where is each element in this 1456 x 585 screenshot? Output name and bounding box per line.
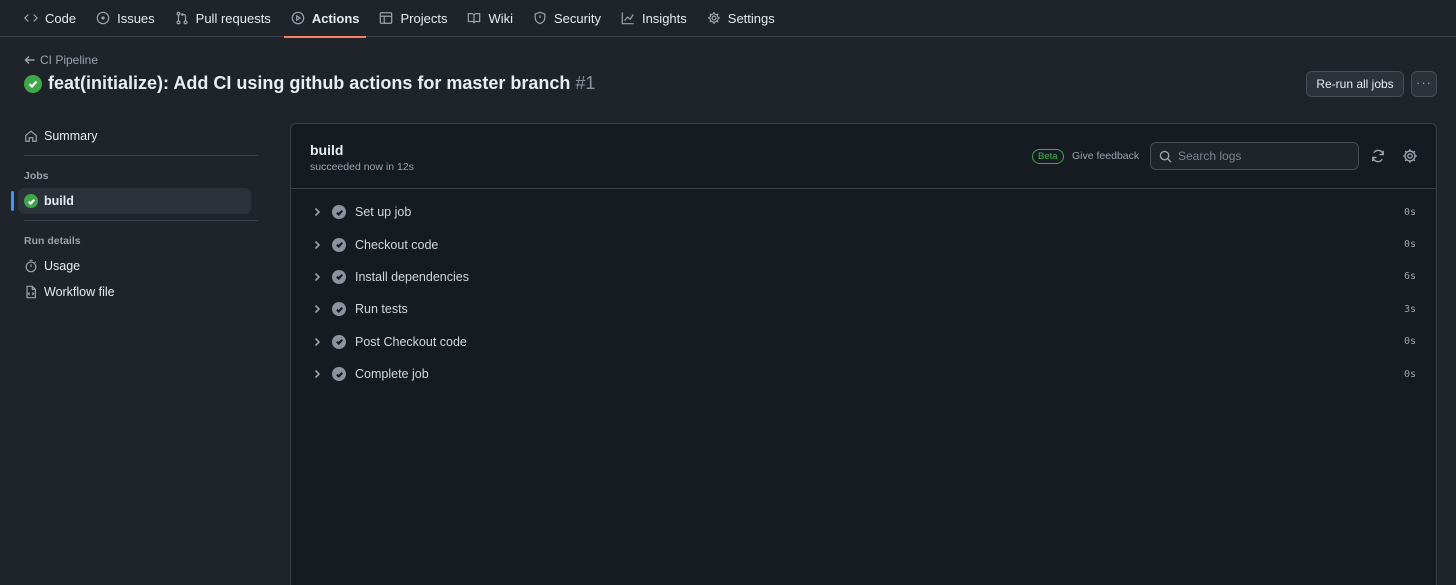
step-duration: 0s	[1403, 239, 1416, 251]
step-duration: 0s	[1403, 368, 1416, 380]
job-header: build succeeded now in 12s Beta Give fee…	[291, 124, 1436, 189]
table-icon	[380, 12, 393, 24]
nav-label: Wiki	[488, 10, 513, 26]
book-icon	[468, 13, 481, 24]
issue-icon	[96, 11, 110, 25]
search-logs-input[interactable]	[1178, 149, 1348, 163]
jobs-heading: Jobs	[24, 170, 49, 182]
step-row[interactable]: Set up job 0s	[291, 196, 1436, 228]
step-row[interactable]: Checkout code 0s	[291, 228, 1436, 260]
nav-security[interactable]: Security	[526, 0, 608, 37]
nav-wiki[interactable]: Wiki	[460, 0, 520, 37]
chevron-right-icon	[314, 370, 321, 379]
repo-nav: Code Issues Pull requests Actions Projec…	[0, 0, 1456, 38]
job-log-panel: build succeeded now in 12s Beta Give fee…	[290, 123, 1437, 585]
arrow-left-icon	[24, 55, 35, 65]
chevron-right-icon	[314, 337, 321, 346]
shield-icon	[534, 11, 546, 25]
nav-label: Code	[45, 10, 77, 26]
step-duration: 0s	[1403, 336, 1416, 348]
job-title: build	[310, 142, 344, 158]
step-check-icon	[332, 205, 346, 220]
chevron-right-icon	[314, 272, 321, 282]
step-duration: 6s	[1403, 271, 1416, 283]
divider	[24, 220, 258, 221]
run-details-heading: Run details	[24, 235, 81, 247]
more-options-button[interactable]: ···	[1411, 71, 1437, 97]
home-icon	[25, 130, 37, 142]
nav-insights[interactable]: Insights	[614, 0, 694, 37]
sidebar-item-usage[interactable]: Usage	[12, 253, 258, 279]
nav-label: Insights	[641, 10, 687, 26]
sidebar-job-build[interactable]: build	[11, 188, 251, 214]
job-status: succeeded now in 12s	[310, 161, 414, 173]
give-feedback-link[interactable]: Give feedback	[1072, 150, 1139, 162]
nav-pull-requests[interactable]: Pull requests	[168, 0, 278, 37]
nav-label: Settings	[727, 10, 775, 26]
search-icon	[1159, 150, 1172, 163]
step-name: Post Checkout code	[355, 334, 467, 349]
step-row[interactable]: Post Checkout code 0s	[291, 326, 1436, 358]
job-label: build	[44, 194, 74, 208]
step-duration: 0s	[1403, 206, 1416, 218]
chevron-right-icon	[314, 208, 321, 217]
step-check-icon	[332, 302, 346, 317]
sidebar-item-workflow-file[interactable]: Workflow file	[12, 279, 258, 305]
step-row[interactable]: Install dependencies 6s	[291, 261, 1436, 293]
nav-actions[interactable]: Actions	[283, 0, 367, 38]
nav-label: Issues	[117, 10, 155, 26]
stopwatch-icon	[25, 259, 37, 273]
step-row[interactable]: Run tests 3s	[291, 293, 1436, 325]
beta-badge: Beta	[1032, 149, 1064, 164]
step-name: Complete job	[355, 367, 429, 382]
nav-label: Pull requests	[195, 10, 271, 26]
step-duration: 3s	[1403, 303, 1416, 315]
pull-request-icon	[176, 11, 188, 25]
nav-label: Actions	[311, 10, 360, 26]
step-row[interactable]: Complete job 0s	[291, 358, 1436, 390]
log-settings-button[interactable]	[1402, 148, 1418, 164]
nav-code[interactable]: Code	[17, 0, 83, 37]
rerun-all-jobs-button[interactable]: Re-run all jobs	[1306, 71, 1404, 97]
step-check-icon	[332, 269, 346, 284]
file-code-icon	[26, 285, 36, 299]
run-number: #1	[575, 73, 596, 93]
step-name: Run tests	[355, 302, 408, 317]
divider	[24, 155, 258, 156]
code-icon	[24, 14, 38, 22]
step-name: Checkout code	[355, 237, 439, 252]
step-check-icon	[332, 367, 346, 382]
success-check-icon	[24, 74, 42, 93]
nav-issues[interactable]: Issues	[89, 0, 162, 37]
sidebar-item-label: Workflow file	[44, 285, 115, 299]
sync-icon	[1372, 149, 1384, 163]
nav-settings[interactable]: Settings	[700, 0, 782, 37]
sidebar-item-label: Summary	[44, 129, 98, 143]
run-title-text: feat(initialize): Add CI using github ac…	[48, 73, 571, 93]
graph-icon	[621, 12, 634, 25]
sidebar-item-label: Usage	[44, 259, 81, 273]
nav-projects[interactable]: Projects	[372, 0, 454, 37]
back-to-workflow-link[interactable]: CI Pipeline	[24, 53, 98, 67]
step-check-icon	[332, 237, 346, 252]
gear-icon	[1403, 149, 1417, 163]
run-title: feat(initialize): Add CI using github ac…	[24, 73, 595, 94]
step-list: Set up job 0s Checkout code 0s Install d…	[291, 189, 1436, 390]
workflow-name: CI Pipeline	[40, 53, 99, 67]
chevron-right-icon	[314, 305, 321, 314]
chevron-right-icon	[314, 240, 321, 249]
gear-icon	[707, 12, 720, 24]
refresh-button[interactable]	[1370, 148, 1386, 164]
nav-label: Projects	[400, 10, 448, 26]
kebab-horizontal-icon: ···	[1416, 74, 1432, 90]
search-logs-box[interactable]	[1150, 142, 1359, 170]
success-check-icon	[24, 194, 38, 208]
step-name: Install dependencies	[355, 269, 469, 284]
nav-label: Security	[554, 10, 601, 26]
step-check-icon	[332, 334, 346, 349]
play-icon	[291, 11, 305, 25]
step-name: Set up job	[355, 205, 412, 220]
sidebar-item-summary[interactable]: Summary	[12, 123, 258, 149]
